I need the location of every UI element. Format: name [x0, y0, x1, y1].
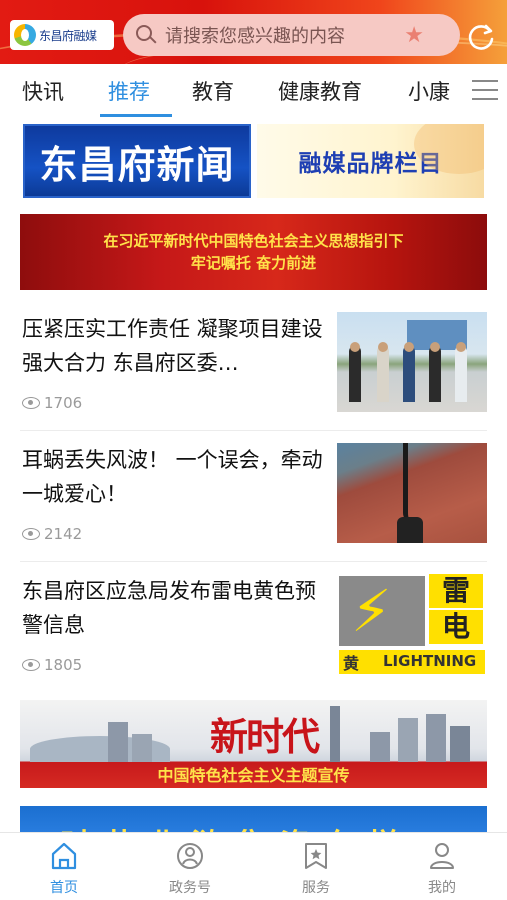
- banner-new-era[interactable]: 新时代 中国特色社会主义主题宣传: [20, 700, 487, 788]
- news-thumbnail: [337, 312, 487, 412]
- banner-brand-text: 融媒品牌栏目: [298, 151, 443, 177]
- banner-news-text: 东昌府新闻: [39, 141, 235, 187]
- banner-propaganda[interactable]: 在习近平新时代中国特色社会主义思想指引下 牢记嘱托 奋力前进: [20, 214, 487, 290]
- divider: [20, 561, 487, 562]
- banner-red-line2: 牢记嘱托 奋力前进: [190, 254, 317, 272]
- channel-tabs: 快讯 推荐 教育 健康教育 小康: [0, 64, 507, 118]
- logo-text: 东昌府融媒: [39, 28, 97, 43]
- tab-jiankang-jiaoyu[interactable]: 健康教育: [278, 76, 362, 106]
- refresh-icon[interactable]: [466, 22, 496, 52]
- news-title: 压紧压实工作责任 凝聚项目建设强大合力 东昌府区委…: [22, 317, 323, 375]
- tab-tuijian[interactable]: 推荐: [108, 76, 150, 106]
- search-input[interactable]: 请搜索您感兴趣的内容 ★: [123, 14, 460, 56]
- banner-era-subtitle: 中国特色社会主义主题宣传: [157, 766, 350, 785]
- gov-account-icon: [177, 843, 203, 869]
- home-icon: [51, 842, 77, 870]
- divider: [20, 430, 487, 431]
- search-icon: [135, 24, 157, 46]
- user-icon: [430, 843, 454, 869]
- view-count: 2142: [22, 525, 82, 543]
- app-logo[interactable]: 东昌府融媒: [10, 20, 114, 50]
- eye-icon: [22, 659, 40, 671]
- view-count-value: 1805: [44, 656, 83, 674]
- warning-label: LIGHTNING 黄: [339, 650, 485, 674]
- lightning-icon: ⚡: [351, 577, 392, 645]
- tab-xiaokang[interactable]: 小康: [408, 76, 450, 106]
- eye-icon: [22, 528, 40, 540]
- banner-era-title: 新时代: [210, 714, 320, 759]
- eye-icon: [22, 397, 40, 409]
- view-count-value: 2142: [44, 525, 83, 543]
- nav-profile[interactable]: 我的: [392, 833, 492, 900]
- warning-label-text: LIGHTNING: [383, 652, 477, 670]
- view-count-value: 1706: [44, 394, 83, 412]
- news-title: 东昌府区应急局发布雷电黄色预警信息: [22, 579, 316, 637]
- nav-home[interactable]: 首页: [14, 833, 114, 900]
- star-decoration-icon: ★: [404, 23, 424, 48]
- view-count: 1706: [22, 394, 82, 412]
- list-item[interactable]: 东昌府区应急局发布雷电黄色预警信息 1805 ⚡ 雷 电 LIGHTNING 黄: [0, 574, 507, 705]
- banner-red-line1: 在习近平新时代中国特色社会主义思想指引下: [103, 232, 404, 250]
- banner-dongchangfu-news[interactable]: 东昌府新闻: [23, 124, 251, 198]
- list-item[interactable]: 耳蜗丢失风波！ 一个误会，牵动一城爱心！ 2142: [0, 443, 507, 574]
- app-header: 东昌府融媒 请搜索您感兴趣的内容 ★: [0, 0, 507, 64]
- banner-media-brand[interactable]: 融媒品牌栏目: [257, 124, 484, 198]
- tab-active-indicator: [100, 114, 172, 117]
- nav-label: 首页: [50, 880, 78, 896]
- nav-label: 政务号: [169, 880, 211, 896]
- warning-char: 雷: [429, 574, 483, 608]
- nav-label: 我的: [428, 880, 456, 896]
- menu-icon[interactable]: [472, 80, 498, 100]
- tab-kuaixun[interactable]: 快讯: [22, 76, 64, 106]
- logo-icon: [14, 24, 36, 46]
- news-thumbnail: ⚡ 雷 电 LIGHTNING 黄: [337, 574, 487, 674]
- tab-jiaoyu[interactable]: 教育: [192, 76, 234, 106]
- bottom-navigation: 首页 政务号 服务 我的: [0, 832, 507, 900]
- warning-char: 电: [429, 610, 483, 644]
- search-placeholder: 请搜索您感兴趣的内容: [165, 26, 345, 47]
- warning-char: 黄: [343, 654, 360, 673]
- nav-government[interactable]: 政务号: [140, 833, 240, 900]
- news-thumbnail: [337, 443, 487, 543]
- view-count: 1805: [22, 656, 82, 674]
- bookmark-star-icon: [305, 843, 327, 869]
- nav-label: 服务: [302, 880, 330, 896]
- nav-service[interactable]: 服务: [266, 833, 366, 900]
- list-item[interactable]: 压紧压实工作责任 凝聚项目建设强大合力 东昌府区委… 1706: [0, 312, 507, 443]
- news-title: 耳蜗丢失风波！ 一个误会，牵动一城爱心！: [22, 448, 323, 506]
